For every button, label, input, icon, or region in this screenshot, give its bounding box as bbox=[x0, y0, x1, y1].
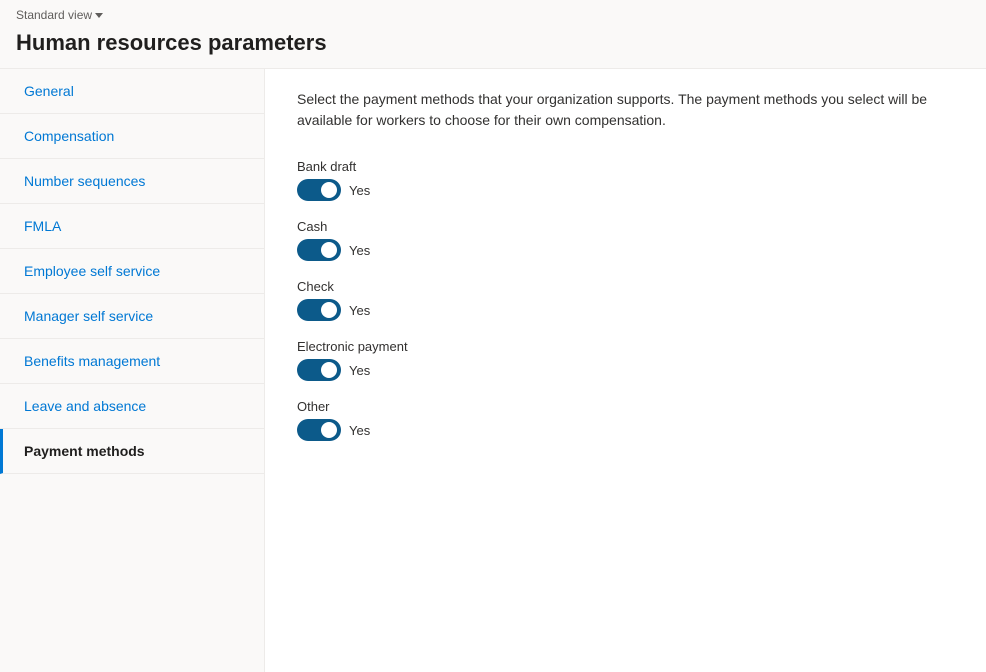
sidebar: General Compensation Number sequences FMLA E… bbox=[0, 69, 265, 672]
toggle-track-cash bbox=[297, 239, 341, 261]
toggle-track-electronic-payment bbox=[297, 359, 341, 381]
sidebar-item-label-benefits-management: Benefits management bbox=[24, 353, 160, 369]
payment-method-row-cash: Cash Yes bbox=[297, 219, 954, 261]
toggle-yes-label-bank-draft: Yes bbox=[349, 183, 370, 198]
toggle-yes-label-other: Yes bbox=[349, 423, 370, 438]
sidebar-item-employee-self-service[interactable]: Employee self service bbox=[0, 249, 264, 294]
payment-method-row-other: Other Yes bbox=[297, 399, 954, 441]
sidebar-item-label-payment-methods: Payment methods bbox=[24, 443, 145, 459]
sidebar-item-label-compensation: Compensation bbox=[24, 128, 114, 144]
sidebar-item-benefits-management[interactable]: Benefits management bbox=[0, 339, 264, 384]
toggle-track-check bbox=[297, 299, 341, 321]
payment-method-row-check: Check Yes bbox=[297, 279, 954, 321]
sidebar-item-manager-self-service[interactable]: Manager self service bbox=[0, 294, 264, 339]
sidebar-item-compensation[interactable]: Compensation bbox=[0, 114, 264, 159]
toggle-row-cash: Yes bbox=[297, 239, 954, 261]
standard-view-button[interactable]: Standard view bbox=[16, 8, 103, 22]
toggle-electronic-payment[interactable] bbox=[297, 359, 341, 381]
sidebar-item-payment-methods[interactable]: Payment methods bbox=[0, 429, 264, 474]
toggle-thumb-check bbox=[321, 302, 337, 318]
toggle-thumb-electronic-payment bbox=[321, 362, 337, 378]
sidebar-item-label-general: General bbox=[24, 83, 74, 99]
method-label-check: Check bbox=[297, 279, 954, 294]
toggle-yes-label-check: Yes bbox=[349, 303, 370, 318]
description-text: Select the payment methods that your org… bbox=[297, 89, 954, 131]
method-label-other: Other bbox=[297, 399, 954, 414]
toggle-cash[interactable] bbox=[297, 239, 341, 261]
standard-view-label: Standard view bbox=[16, 8, 92, 22]
sidebar-item-general[interactable]: General bbox=[0, 69, 264, 114]
toggle-thumb-bank-draft bbox=[321, 182, 337, 198]
sidebar-item-label-number-sequences: Number sequences bbox=[24, 173, 145, 189]
method-label-cash: Cash bbox=[297, 219, 954, 234]
payment-methods-list: Bank draftYesCashYesCheckYesElectronic p… bbox=[297, 159, 954, 441]
top-bar: Standard view bbox=[0, 0, 986, 26]
main-content: General Compensation Number sequences FMLA E… bbox=[0, 68, 986, 672]
method-label-electronic-payment: Electronic payment bbox=[297, 339, 954, 354]
toggle-row-check: Yes bbox=[297, 299, 954, 321]
toggle-row-bank-draft: Yes bbox=[297, 179, 954, 201]
sidebar-item-leave-and-absence[interactable]: Leave and absence bbox=[0, 384, 264, 429]
toggle-bank-draft[interactable] bbox=[297, 179, 341, 201]
sidebar-item-label-fmla: FMLA bbox=[24, 218, 61, 234]
page-title: Human resources parameters bbox=[0, 26, 986, 68]
toggle-track-bank-draft bbox=[297, 179, 341, 201]
method-label-bank-draft: Bank draft bbox=[297, 159, 954, 174]
sidebar-item-number-sequences[interactable]: Number sequences bbox=[0, 159, 264, 204]
content-area: Select the payment methods that your org… bbox=[265, 69, 986, 672]
sidebar-item-label-employee-self-service: Employee self service bbox=[24, 263, 160, 279]
sidebar-item-fmla[interactable]: FMLA bbox=[0, 204, 264, 249]
page-container: Standard view Human resources parameters… bbox=[0, 0, 986, 672]
toggle-thumb-other bbox=[321, 422, 337, 438]
toggle-check[interactable] bbox=[297, 299, 341, 321]
toggle-row-electronic-payment: Yes bbox=[297, 359, 954, 381]
sidebar-item-label-manager-self-service: Manager self service bbox=[24, 308, 153, 324]
toggle-yes-label-cash: Yes bbox=[349, 243, 370, 258]
toggle-other[interactable] bbox=[297, 419, 341, 441]
toggle-yes-label-electronic-payment: Yes bbox=[349, 363, 370, 378]
toggle-row-other: Yes bbox=[297, 419, 954, 441]
payment-method-row-bank-draft: Bank draft Yes bbox=[297, 159, 954, 201]
toggle-track-other bbox=[297, 419, 341, 441]
toggle-thumb-cash bbox=[321, 242, 337, 258]
sidebar-item-label-leave-and-absence: Leave and absence bbox=[24, 398, 146, 414]
chevron-down-icon bbox=[95, 13, 103, 18]
payment-method-row-electronic-payment: Electronic payment Yes bbox=[297, 339, 954, 381]
